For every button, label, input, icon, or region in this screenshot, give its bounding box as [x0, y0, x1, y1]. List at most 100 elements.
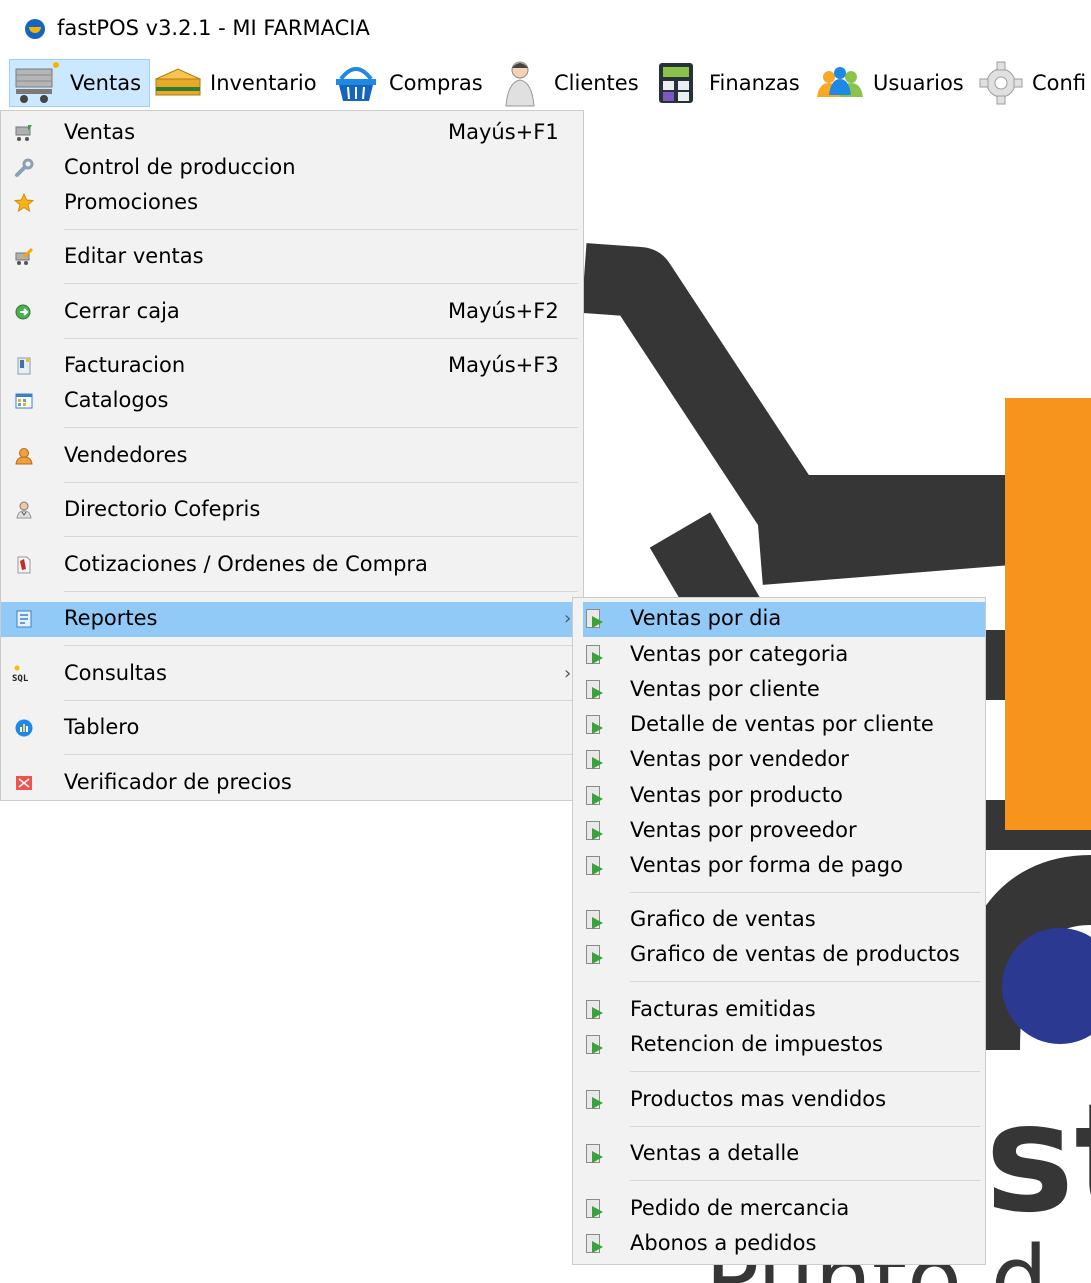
menu-item-reportes[interactable]: Reportes ›	[1, 602, 583, 637]
menu-item-shortcut: Mayús+F1	[448, 120, 559, 144]
cart-small-icon	[15, 125, 32, 141]
menu-inventario[interactable]: Inventario	[152, 56, 317, 110]
menu-item-directorio-cofepris[interactable]: Directorio Cofepris	[1, 493, 583, 528]
submenu-item-retencion-de-impuestos[interactable]: Retencion de impuestos	[573, 1028, 985, 1063]
wrench-icon	[15, 158, 34, 177]
menu-item-catalogos[interactable]: Catalogos	[1, 384, 583, 419]
menu-item-label: Control de produccion	[64, 155, 296, 179]
menu-item-editar-ventas[interactable]: Editar ventas	[1, 240, 583, 275]
cart-icon	[15, 62, 59, 103]
report-arrow-icon	[586, 856, 604, 876]
report-arrow-icon	[586, 1090, 604, 1110]
menu-clientes-label: Clientes	[554, 71, 639, 95]
seller-icon	[15, 448, 33, 465]
calculator-icon	[659, 63, 693, 103]
submenu-item-ventas-por-vendedor[interactable]: Ventas por vendedor	[573, 743, 985, 778]
menu-item-label: Tablero	[64, 715, 140, 739]
submenu-item-label: Ventas por categoria	[630, 642, 849, 666]
chevron-right-icon: ›	[564, 663, 572, 684]
menu-item-consultas[interactable]: SQL Consultas ›	[1, 657, 583, 692]
close-register-icon	[15, 304, 31, 320]
submenu-item-label: Ventas por proveedor	[630, 818, 857, 842]
sql-icon: SQL	[12, 665, 29, 684]
menu-configuracion[interactable]: Confi	[978, 56, 1086, 110]
submenu-item-label: Facturas emitidas	[630, 997, 816, 1021]
menu-clientes[interactable]: Clientes	[502, 56, 639, 110]
report-arrow-icon	[586, 1234, 604, 1254]
basket-icon	[336, 67, 376, 101]
doctor-icon	[16, 501, 32, 519]
users-icon	[817, 67, 863, 97]
menu-item-control-de-produccion[interactable]: Control de produccion	[1, 151, 583, 186]
submenu-item-ventas-por-dia[interactable]: Ventas por dia	[583, 602, 985, 637]
menu-item-tablero[interactable]: Tablero	[1, 711, 583, 746]
menu-item-label: Cotizaciones / Ordenes de Compra	[64, 552, 428, 576]
menu-ventas-label: Ventas	[70, 71, 142, 95]
menu-configuracion-label: Confi	[1032, 71, 1087, 95]
menu-compras[interactable]: Compras	[333, 56, 483, 110]
submenu-item-label: Ventas por producto	[630, 783, 843, 807]
submenu-item-label: Ventas por dia	[630, 606, 782, 630]
app-logo-icon	[25, 19, 45, 39]
submenu-item-ventas-por-forma-de-pago[interactable]: Ventas por forma de pago	[573, 849, 985, 884]
menu-item-label: Reportes	[64, 606, 158, 630]
submenu-item-label: Ventas por vendedor	[630, 747, 849, 771]
title-bar: fastPOS v3.2.1 - MI FARMACIA	[0, 0, 1091, 56]
submenu-item-productos-mas-vendidos[interactable]: Productos mas vendidos	[573, 1083, 985, 1118]
submenu-item-grafico-de-ventas[interactable]: Grafico de ventas	[573, 903, 985, 938]
menu-separator	[64, 427, 578, 428]
submenu-item-ventas-por-proveedor[interactable]: Ventas por proveedor	[573, 814, 985, 849]
report-arrow-icon	[586, 680, 604, 700]
submenu-item-label: Productos mas vendidos	[630, 1087, 887, 1111]
submenu-item-grafico-de-ventas-de-productos[interactable]: Grafico de ventas de productos	[573, 938, 985, 973]
report-arrow-icon	[586, 645, 604, 665]
logo-text-fragment: st	[985, 1072, 1091, 1246]
submenu-item-facturas-emitidas[interactable]: Facturas emitidas	[573, 993, 985, 1028]
menu-item-ventas[interactable]: Ventas Mayús+F1	[1, 116, 583, 151]
report-arrow-icon	[586, 821, 604, 841]
pdf-document-icon	[17, 556, 31, 574]
submenu-item-label: Abonos a pedidos	[630, 1231, 817, 1255]
menu-item-label: Consultas	[64, 661, 167, 685]
menu-item-label: Facturacion	[64, 353, 186, 377]
menu-item-cerrar-caja[interactable]: Cerrar caja Mayús+F2	[1, 295, 583, 330]
menu-item-label: Vendedores	[64, 443, 188, 467]
menu-finanzas[interactable]: Finanzas	[657, 56, 800, 110]
reportes-submenu: Ventas por dia Ventas por categoria Vent…	[572, 597, 986, 1265]
submenu-item-pedido-de-mercancia[interactable]: Pedido de mercancia	[573, 1192, 985, 1227]
menu-separator	[64, 283, 578, 284]
submenu-item-abonos-a-pedidos[interactable]: Abonos a pedidos	[573, 1227, 985, 1262]
menu-separator	[630, 892, 980, 893]
menu-item-facturacion[interactable]: Facturacion Mayús+F3	[1, 349, 583, 384]
menu-item-vendedores[interactable]: Vendedores	[1, 439, 583, 474]
menu-separator	[630, 981, 980, 982]
submenu-item-label: Grafico de ventas de productos	[630, 942, 960, 966]
submenu-item-ventas-por-cliente[interactable]: Ventas por cliente	[573, 673, 985, 708]
menu-item-shortcut: Mayús+F3	[448, 353, 559, 377]
menu-ventas[interactable]: Ventas	[12, 56, 141, 110]
report-icon	[16, 610, 32, 628]
menu-item-promociones[interactable]: Promociones	[1, 186, 583, 221]
report-arrow-icon	[586, 786, 604, 806]
menu-item-shortcut: Mayús+F2	[448, 299, 559, 323]
menu-item-cotizaciones[interactable]: Cotizaciones / Ordenes de Compra	[1, 548, 583, 583]
menu-usuarios[interactable]: Usuarios	[815, 56, 964, 110]
report-arrow-icon	[586, 715, 604, 735]
report-arrow-icon	[586, 1199, 604, 1219]
catalog-grid-icon	[15, 393, 33, 409]
submenu-item-ventas-por-categoria[interactable]: Ventas por categoria	[573, 638, 985, 673]
menu-inventario-label: Inventario	[210, 71, 317, 95]
menu-item-label: Directorio Cofepris	[64, 497, 261, 521]
submenu-item-ventas-por-producto[interactable]: Ventas por producto	[573, 779, 985, 814]
submenu-item-label: Grafico de ventas	[630, 907, 816, 931]
submenu-item-label: Ventas por cliente	[630, 677, 820, 701]
menu-separator	[64, 338, 578, 339]
menu-finanzas-label: Finanzas	[709, 71, 800, 95]
menu-item-label: Catalogos	[64, 388, 169, 412]
submenu-item-ventas-a-detalle[interactable]: Ventas a detalle	[573, 1137, 985, 1172]
menu-item-verificador-de-precios[interactable]: Verificador de precios	[1, 766, 583, 801]
menu-separator	[64, 591, 578, 592]
submenu-item-detalle-de-ventas-por-cliente[interactable]: Detalle de ventas por cliente	[573, 708, 985, 743]
menu-item-label: Ventas	[64, 120, 136, 144]
menu-separator	[64, 229, 578, 230]
